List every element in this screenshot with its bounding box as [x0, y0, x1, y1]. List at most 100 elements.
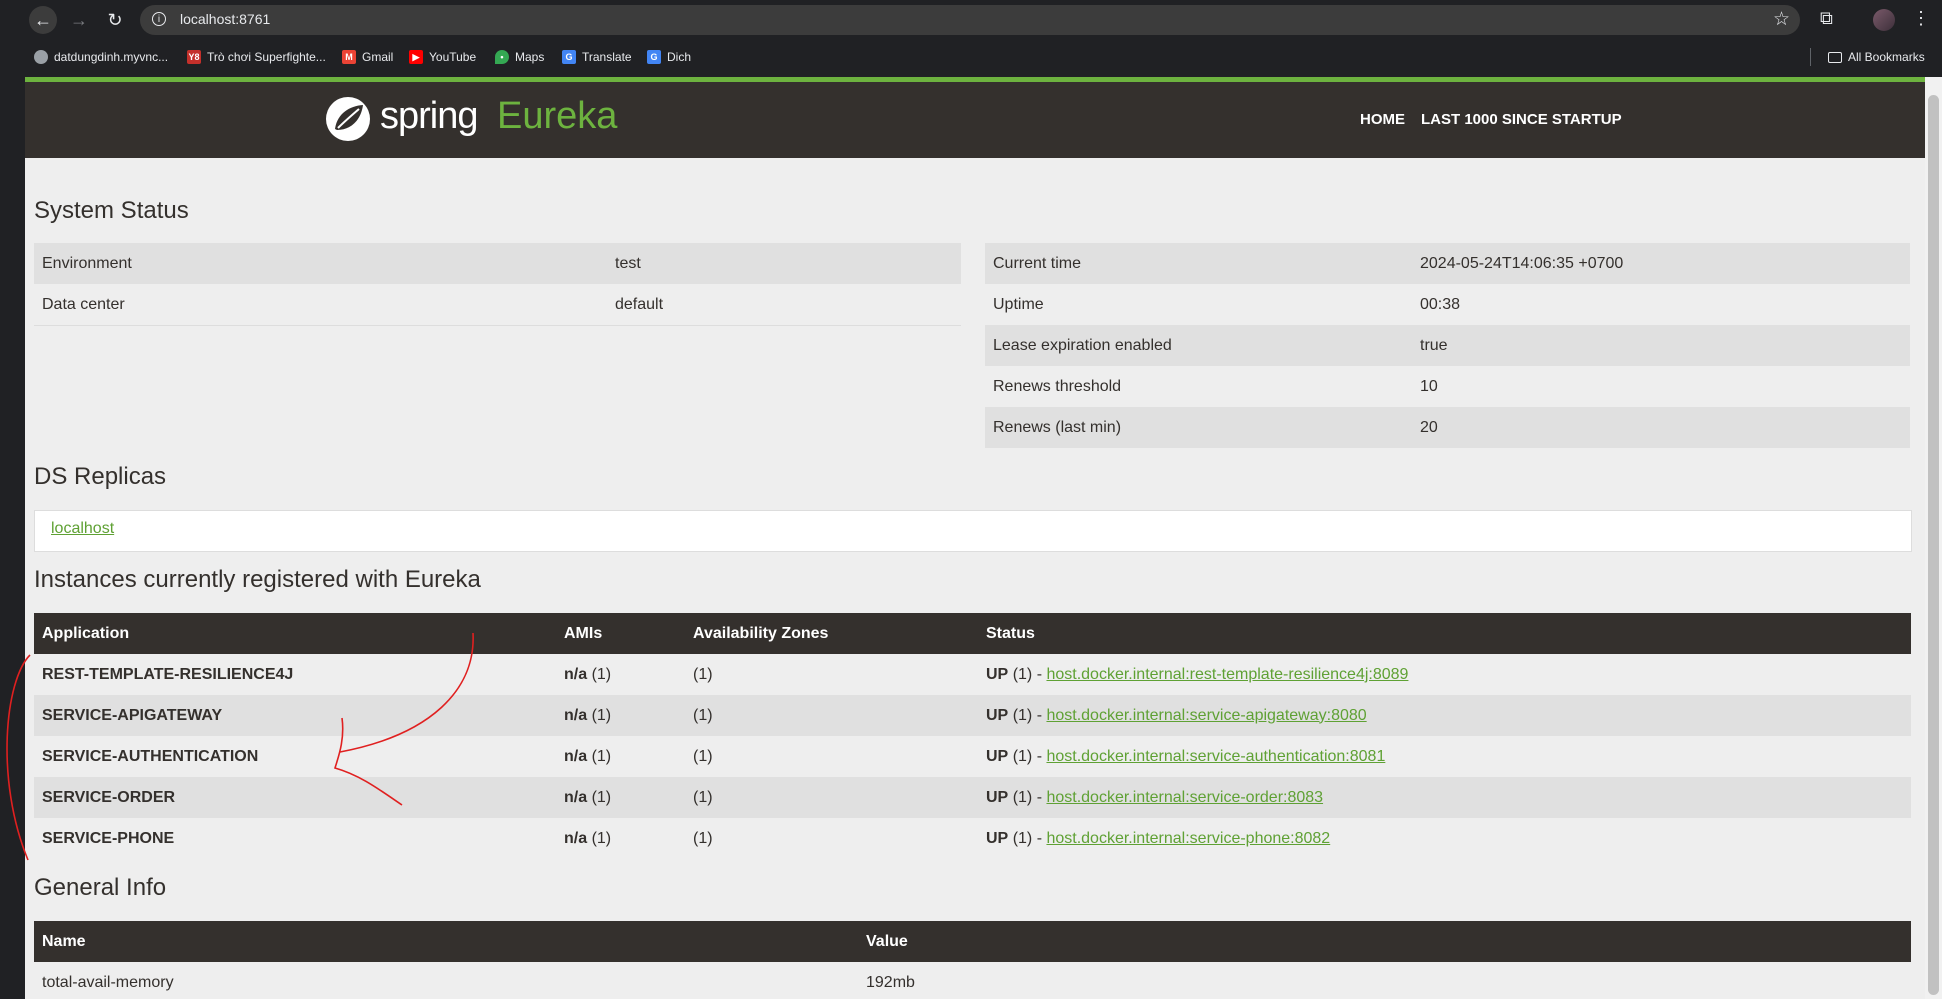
extensions-icon[interactable]: ⧉ [1820, 8, 1833, 29]
globe-icon [34, 50, 48, 64]
info-name: total-avail-memory [34, 962, 858, 999]
forward-button[interactable]: → [65, 6, 93, 34]
logo-eureka-text[interactable]: Eureka [497, 95, 617, 138]
folder-icon [1828, 51, 1842, 63]
nav-last-1000-link[interactable]: LAST 1000 SINCE STARTUP [1421, 111, 1622, 128]
translate-icon: G [647, 50, 661, 64]
bookmark-item[interactable]: Y8 Trò chơi Superfighte... [187, 48, 326, 66]
status-cell: UP (1) - host.docker.internal:service-ap… [978, 695, 1911, 736]
column-header: Availability Zones [685, 613, 978, 654]
youtube-icon: ▶ [409, 50, 423, 64]
bookmark-item[interactable]: G Translate [562, 48, 632, 66]
app-name: SERVICE-PHONE [34, 818, 556, 859]
divider [1810, 48, 1811, 66]
replica-link[interactable]: localhost [51, 520, 114, 538]
app-name: SERVICE-AUTHENTICATION [34, 736, 556, 777]
instances-table: Application AMIs Availability Zones Stat… [34, 613, 1911, 859]
bookmark-item[interactable]: M Gmail [342, 48, 393, 66]
translate-icon: G [562, 50, 576, 64]
bookmarks-bar: datdungdinh.myvnc... Y8 Trò chơi Superfig… [0, 41, 1942, 72]
zones-cell: (1) [685, 818, 978, 859]
status-label: Renews threshold [985, 366, 1412, 407]
bookmark-item[interactable]: G Dich [647, 48, 691, 66]
ds-replicas-title: DS Replicas [34, 463, 167, 490]
status-label: Lease expiration enabled [985, 325, 1412, 366]
column-header: Value [858, 921, 1911, 962]
zones-cell: (1) [685, 695, 978, 736]
status-label: Data center [34, 284, 607, 326]
eureka-header: spring Eureka HOME LAST 1000 SINCE START… [25, 82, 1927, 158]
reload-button[interactable]: ↻ [101, 6, 129, 34]
bookmark-item[interactable]: datdungdinh.myvnc... [34, 48, 168, 66]
arrow-left-icon: ← [34, 9, 52, 30]
table-row: Renews (last min) 20 [985, 407, 1910, 448]
table-header-row: Application AMIs Availability Zones Stat… [34, 613, 1911, 654]
app-name: SERVICE-ORDER [34, 777, 556, 818]
table-header-row: Name Value [34, 921, 1911, 962]
browser-toolbar: ← → ↻ i localhost:8761 ☆ ⧉ ⋮ [0, 0, 1942, 41]
zones-cell: (1) [685, 736, 978, 777]
column-header: AMIs [556, 613, 685, 654]
column-header: Name [34, 921, 858, 962]
status-value: default [607, 284, 961, 326]
instance-link[interactable]: host.docker.internal:service-order:8083 [1046, 789, 1323, 806]
maps-icon: • [495, 50, 509, 64]
ami-cell: n/a (1) [556, 777, 685, 818]
system-status-right-table: Current time 2024-05-24T14:06:35 +0700 Up… [985, 243, 1910, 448]
app-name: REST-TEMPLATE-RESILIENCE4J [34, 654, 556, 695]
kebab-menu-icon[interactable]: ⋮ [1912, 8, 1930, 29]
status-label: Current time [985, 243, 1412, 284]
table-row: Current time 2024-05-24T14:06:35 +0700 [985, 243, 1910, 284]
status-value: test [607, 243, 961, 284]
instances-title: Instances currently registered with Eure… [34, 566, 481, 593]
status-value: 20 [1412, 407, 1910, 448]
system-status-left-table: Environment test Data center default [34, 243, 961, 326]
status-cell: UP (1) - host.docker.internal:rest-templ… [978, 654, 1911, 695]
site-info-icon[interactable]: i [152, 12, 166, 26]
reload-icon: ↻ [107, 9, 123, 30]
arrow-right-icon: → [70, 9, 88, 30]
system-status-title: System Status [34, 197, 189, 224]
page-viewport: spring Eureka HOME LAST 1000 SINCE START… [25, 77, 1927, 999]
logo-spring-text[interactable]: spring [380, 95, 478, 138]
back-button[interactable]: ← [29, 6, 57, 34]
info-value: 192mb [858, 962, 1911, 999]
scrollbar-thumb[interactable] [1928, 95, 1939, 995]
status-label: Environment [34, 243, 607, 284]
all-bookmarks-button[interactable]: All Bookmarks [1828, 48, 1925, 66]
table-row: SERVICE-APIGATEWAY n/a (1) (1) UP (1) - … [34, 695, 1911, 736]
general-info-table: Name Value total-avail-memory 192mb [34, 921, 1911, 999]
ami-cell: n/a (1) [556, 695, 685, 736]
status-cell: UP (1) - host.docker.internal:service-ph… [978, 818, 1911, 859]
instance-link[interactable]: host.docker.internal:rest-template-resil… [1046, 666, 1408, 683]
table-row: total-avail-memory 192mb [34, 962, 1911, 999]
ami-cell: n/a (1) [556, 736, 685, 777]
url-text[interactable]: localhost:8761 [180, 11, 270, 27]
nav-home-link[interactable]: HOME [1360, 111, 1405, 128]
table-row: Uptime 00:38 [985, 284, 1910, 325]
table-row: REST-TEMPLATE-RESILIENCE4J n/a (1) (1) U… [34, 654, 1911, 695]
spring-leaf-icon[interactable] [325, 96, 371, 142]
column-header: Status [978, 613, 1911, 654]
instance-link[interactable]: host.docker.internal:service-apigateway:… [1046, 707, 1366, 724]
status-label: Renews (last min) [985, 407, 1412, 448]
status-cell: UP (1) - host.docker.internal:service-au… [978, 736, 1911, 777]
status-value: 2024-05-24T14:06:35 +0700 [1412, 243, 1910, 284]
table-row: SERVICE-ORDER n/a (1) (1) UP (1) - host.… [34, 777, 1911, 818]
status-value: true [1412, 325, 1910, 366]
status-label: Uptime [985, 284, 1412, 325]
avatar[interactable] [1873, 9, 1895, 31]
bookmark-item[interactable]: • Maps [495, 48, 544, 66]
status-value: 10 [1412, 366, 1910, 407]
ds-replicas-list: localhost [34, 510, 1912, 552]
table-row: SERVICE-PHONE n/a (1) (1) UP (1) - host.… [34, 818, 1911, 859]
address-bar[interactable]: i localhost:8761 ☆ [140, 5, 1800, 35]
zones-cell: (1) [685, 654, 978, 695]
bookmark-star-icon[interactable]: ☆ [1773, 8, 1790, 31]
bookmark-item[interactable]: ▶ YouTube [409, 48, 476, 66]
instance-link[interactable]: host.docker.internal:service-authenticat… [1046, 748, 1385, 765]
scrollbar[interactable] [1925, 77, 1942, 999]
table-row: Data center default [34, 284, 961, 326]
ami-cell: n/a (1) [556, 654, 685, 695]
instance-link[interactable]: host.docker.internal:service-phone:8082 [1046, 830, 1330, 847]
